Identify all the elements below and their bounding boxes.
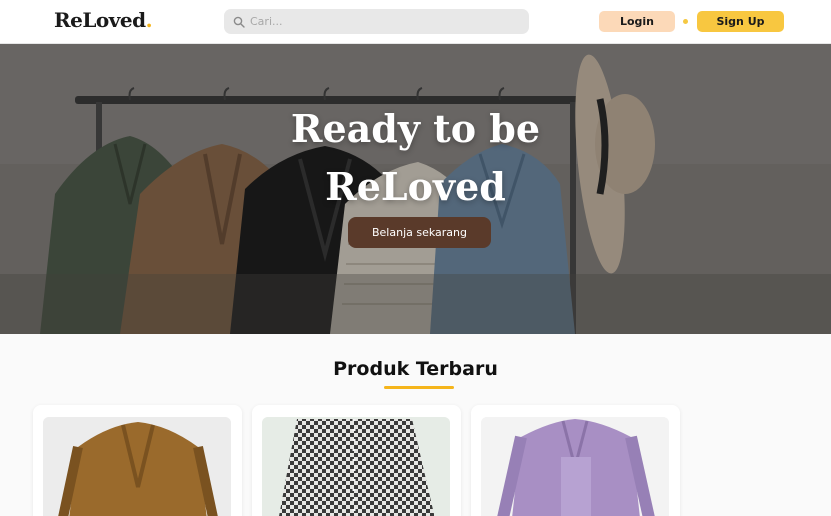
top-navbar: ReLoved. Login Sign Up bbox=[0, 0, 831, 44]
product-card[interactable] bbox=[252, 405, 461, 516]
search-input[interactable] bbox=[250, 15, 520, 28]
product-card[interactable] bbox=[33, 405, 242, 516]
product-card[interactable] bbox=[471, 405, 680, 516]
product-image bbox=[43, 417, 231, 516]
logo[interactable]: ReLoved. bbox=[54, 7, 153, 33]
logo-text: ReLoved bbox=[54, 8, 146, 32]
shop-now-button[interactable]: Belanja sekarang bbox=[348, 217, 491, 248]
logo-dot: . bbox=[145, 8, 153, 32]
latest-products-section: Produk Terbaru bbox=[0, 334, 831, 516]
hero-title: Ready to be ReLoved bbox=[290, 106, 541, 209]
login-button[interactable]: Login bbox=[599, 11, 675, 32]
hero-banner: Ready to be ReLoved Belanja sekarang bbox=[0, 44, 831, 334]
section-title: Produk Terbaru bbox=[333, 358, 498, 380]
product-image bbox=[481, 417, 669, 516]
separator-dot bbox=[683, 19, 688, 24]
search-icon bbox=[233, 16, 245, 28]
title-underline bbox=[384, 386, 454, 389]
search-bar[interactable] bbox=[224, 9, 529, 34]
signup-button[interactable]: Sign Up bbox=[697, 11, 784, 32]
product-image bbox=[262, 417, 450, 516]
